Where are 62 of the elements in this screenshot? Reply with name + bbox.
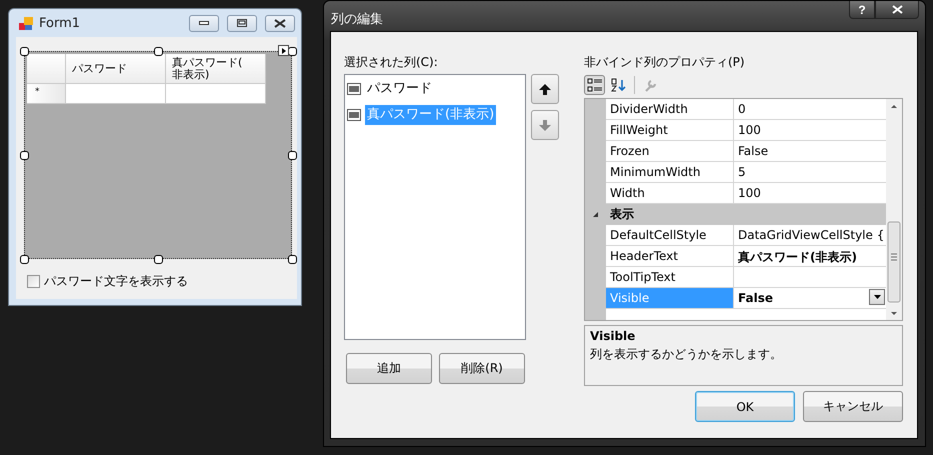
sort-icon bbox=[610, 78, 626, 92]
remove-button[interactable]: 削除(R) bbox=[439, 353, 525, 384]
resize-handle[interactable] bbox=[20, 47, 29, 56]
resize-handle[interactable] bbox=[154, 47, 163, 56]
checkbox-label: パスワード文字を表示する bbox=[44, 273, 188, 290]
form-icon bbox=[19, 16, 33, 30]
property-value[interactable]: False bbox=[734, 288, 886, 309]
resize-handle[interactable] bbox=[288, 255, 297, 264]
close-button[interactable] bbox=[875, 1, 919, 19]
description-text: 列を表示するかどうかを示します。 bbox=[590, 346, 783, 363]
minimize-icon bbox=[199, 21, 209, 25]
property-name[interactable]: HeaderText bbox=[606, 246, 734, 267]
row-header: * bbox=[27, 84, 66, 104]
column-list[interactable]: パスワード 真パスワード(非表示) bbox=[344, 74, 526, 340]
scrollbar[interactable] bbox=[886, 99, 902, 320]
minimize-button[interactable] bbox=[189, 14, 219, 32]
help-button[interactable]: ? bbox=[849, 1, 875, 19]
properties-label: 非バインド列のプロパティ(P) bbox=[584, 54, 746, 71]
table-cell[interactable] bbox=[66, 84, 166, 104]
smart-tag-icon[interactable] bbox=[278, 45, 289, 56]
collapse-icon[interactable] bbox=[592, 211, 599, 218]
ok-button[interactable]: OK bbox=[695, 391, 795, 422]
wrench-icon bbox=[642, 78, 658, 92]
up-arrow-icon bbox=[539, 84, 551, 94]
resize-handle[interactable] bbox=[20, 255, 29, 264]
toolbar-button[interactable] bbox=[584, 75, 605, 95]
property-name[interactable]: DefaultCellStyle bbox=[606, 225, 734, 246]
list-item[interactable]: パスワード bbox=[365, 79, 434, 99]
column-header[interactable]: パスワード bbox=[66, 54, 166, 84]
checkbox[interactable] bbox=[27, 275, 40, 288]
resize-handle[interactable] bbox=[154, 255, 163, 264]
close-icon bbox=[892, 5, 902, 14]
property-name[interactable]: MinimumWidth bbox=[606, 162, 734, 183]
resize-handle[interactable] bbox=[20, 151, 29, 160]
move-up-button[interactable] bbox=[531, 74, 559, 104]
close-icon bbox=[274, 18, 286, 28]
maximize-button[interactable] bbox=[227, 14, 257, 32]
caret-icon bbox=[874, 295, 880, 299]
down-arrow-icon bbox=[539, 120, 551, 130]
property-name[interactable]: FillWeight bbox=[606, 120, 734, 141]
category-label: 表示 bbox=[609, 206, 634, 223]
play-icon bbox=[282, 48, 286, 54]
column-header[interactable]: 真パスワード( 非表示) bbox=[166, 54, 266, 84]
maximize-icon bbox=[237, 19, 247, 27]
grid-corner-header bbox=[27, 54, 66, 84]
resize-handle[interactable] bbox=[288, 151, 297, 160]
property-name[interactable]: DividerWidth bbox=[606, 99, 734, 120]
cancel-button[interactable]: キャンセル bbox=[803, 391, 903, 422]
categorized-icon bbox=[586, 78, 602, 92]
dropdown-button[interactable] bbox=[869, 289, 885, 305]
description-title: Visible bbox=[590, 329, 636, 343]
window-title: 列の編集 bbox=[331, 11, 384, 28]
close-button[interactable] bbox=[265, 14, 295, 32]
add-button[interactable]: 追加 bbox=[346, 353, 432, 384]
text-column-icon bbox=[347, 83, 361, 95]
data-grid[interactable]: パスワード 真パスワード( 非表示) * bbox=[24, 51, 292, 259]
window-title: Form1 bbox=[39, 16, 82, 30]
property-name[interactable]: Frozen bbox=[606, 141, 734, 162]
table-cell[interactable] bbox=[166, 84, 266, 104]
text-column-icon bbox=[347, 109, 361, 121]
list-label: 選択された列(C): bbox=[344, 54, 439, 71]
category-row[interactable]: 表示 bbox=[606, 204, 886, 225]
